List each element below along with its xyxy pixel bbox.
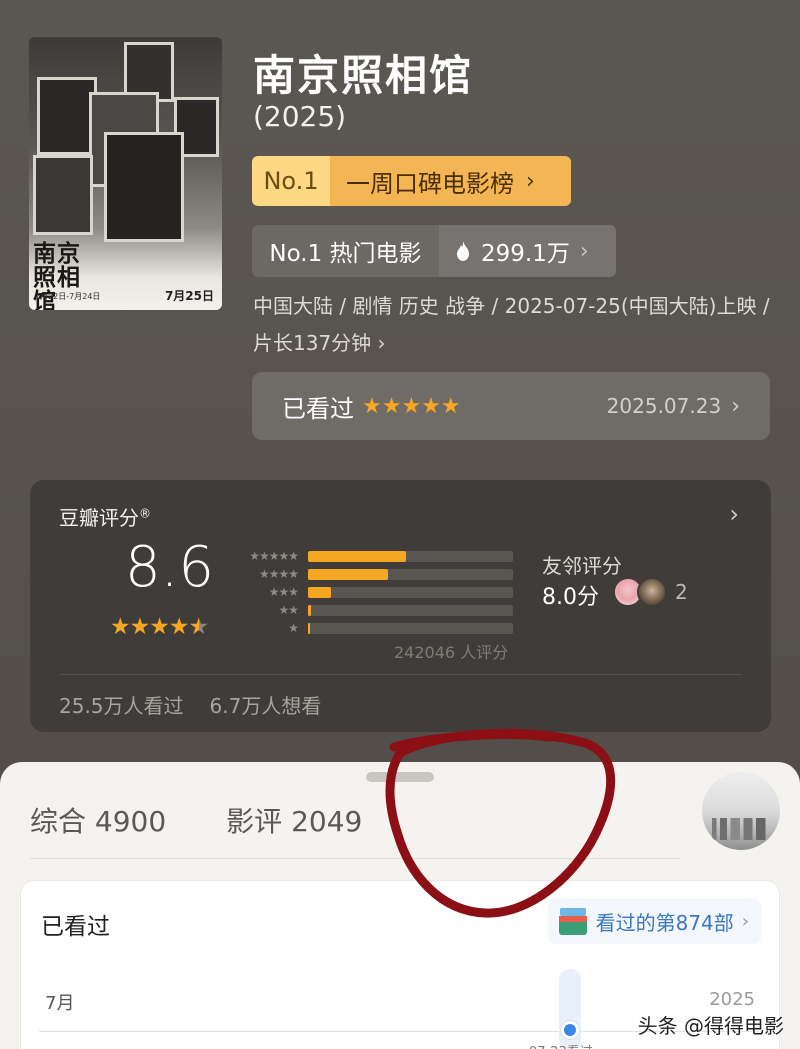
timeline-pin-label: 07-23看过 (529, 1041, 593, 1049)
douban-rating-card[interactable]: 豆瓣评分® › 8.6 ★★★★★ ★★★★★ ★★★★ ★★★ ★★ ★ 24… (30, 480, 771, 732)
weekly-rank-chip[interactable]: No.1 一周口碑电影榜 › (252, 156, 571, 206)
distribution-row: ★★★ (238, 583, 513, 601)
movie-poster[interactable]: 南京照相馆 7月22日-7月24日 7月25日 (29, 37, 222, 310)
watched-date: 2025.07.23 (606, 394, 722, 418)
distribution-row: ★★★★ (238, 565, 513, 583)
chevron-right-icon: › (741, 910, 749, 932)
chevron-right-icon: › (526, 168, 535, 194)
rating-title: 豆瓣评分® (59, 506, 151, 530)
poster-release-date: 7月25日 (164, 289, 214, 303)
chevron-right-icon: › (731, 393, 740, 419)
watched-label: 已看过 (282, 394, 354, 423)
rating-score: 8.6 (125, 535, 215, 600)
timeline-pin[interactable] (561, 1021, 579, 1039)
rating-stars: ★★★★★ (110, 614, 209, 640)
divider (59, 674, 742, 675)
my-rating-stars: ★★★★★ (362, 393, 461, 419)
city-thumbnail[interactable] (702, 772, 780, 850)
friends-count: 2 (675, 580, 688, 604)
rating-count: 242046 人评分 (394, 643, 509, 662)
watched-count[interactable]: 25.5万人看过 (59, 690, 184, 719)
watched-count-link[interactable]: 看过的第874部 › (547, 898, 761, 944)
distribution-row: ★★★★★ (238, 547, 513, 565)
bottom-sheet[interactable]: 综合 4900 影评 2049 已看过 看过的第874部 › 7月 2025 0… (0, 762, 800, 1049)
rank-label: 一周口碑电影榜 (346, 169, 514, 198)
poster-photo (104, 132, 184, 242)
archive-box-icon (558, 906, 588, 936)
movie-year: (2025) (253, 100, 347, 133)
timeline-year: 2025 (709, 989, 755, 1010)
movie-meta[interactable]: 中国大陆 / 剧情 历史 战争 / 2025-07-25(中国大陆)上映 / 片… (253, 288, 773, 362)
sheet-tabs: 综合 4900 影评 2049 (30, 800, 362, 840)
want-count[interactable]: 6.7万人想看 (210, 690, 322, 719)
rating-distribution: ★★★★★ ★★★★ ★★★ ★★ ★ (238, 547, 513, 637)
friends-avatars[interactable]: 2 (613, 577, 688, 607)
chevron-right-icon[interactable]: › (729, 500, 739, 528)
movie-title: 南京照相馆 (253, 51, 474, 100)
chevron-right-icon: › (377, 331, 386, 355)
poster-photo (33, 155, 93, 235)
drag-handle[interactable] (366, 772, 434, 782)
friends-rating-score: 8.0分 (542, 585, 599, 610)
avatar (637, 577, 667, 607)
watched-status-bar[interactable]: 已看过 ★★★★★ 2025.07.23 › (252, 372, 770, 440)
poster-photo (37, 77, 97, 155)
flame-icon (457, 241, 469, 261)
hot-rank-chip[interactable]: No.1 热门电影 299.1万 › (252, 225, 616, 277)
hot-rank-label: No.1 热门电影 (252, 225, 439, 277)
log-title: 已看过 (41, 914, 110, 940)
divider (30, 858, 680, 859)
watermark-text: 头条 @得得电影 (637, 1014, 784, 1038)
chevron-right-icon: › (579, 238, 589, 264)
friends-rating-title: 友邻评分 (542, 554, 622, 578)
distribution-row: ★ (238, 619, 513, 637)
timeline-month: 7月 (45, 993, 75, 1014)
half-star-icon: ★ (188, 614, 209, 640)
meta-text: 中国大陆 / 剧情 历史 战争 / 2025-07-25(中国大陆)上映 / 片… (253, 294, 770, 355)
hot-count: 299.1万 (481, 241, 570, 267)
distribution-row: ★★ (238, 601, 513, 619)
tab-reviews[interactable]: 影评 2049 (226, 800, 362, 840)
watched-count-label: 看过的第874部 (595, 910, 734, 935)
rank-badge: No.1 (252, 156, 330, 206)
poster-preview-date: 7月22日-7月24日 (35, 292, 101, 301)
tab-overview[interactable]: 综合 4900 (30, 800, 166, 840)
